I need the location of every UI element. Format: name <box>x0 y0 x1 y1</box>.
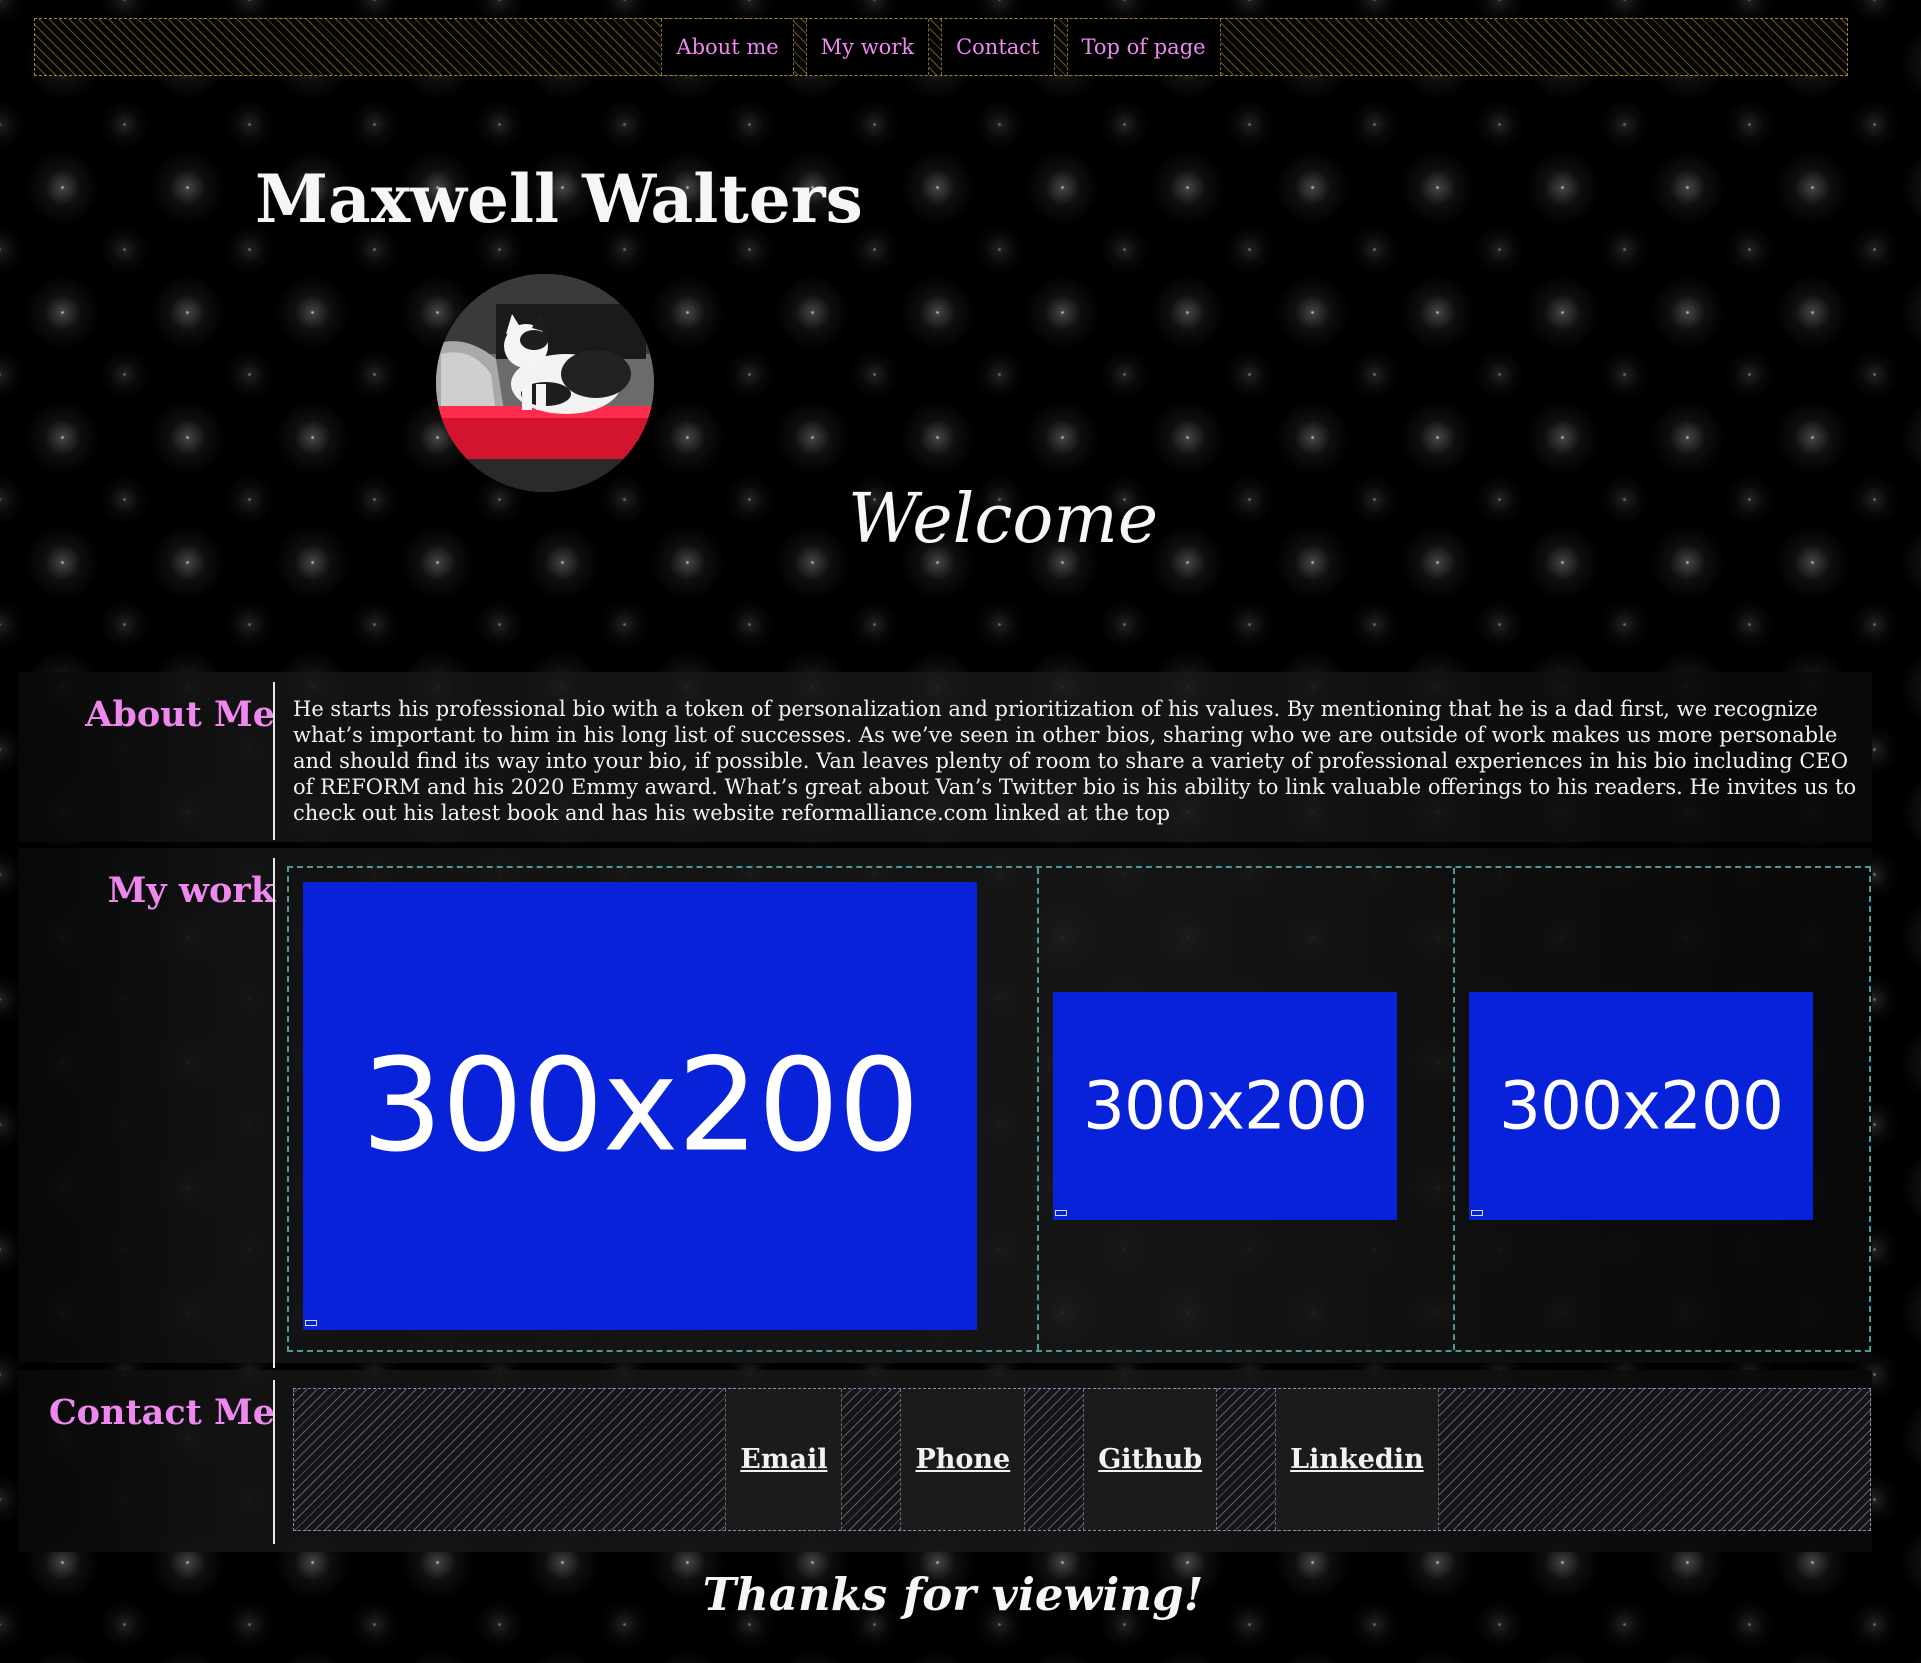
work-section: My work 300x200 300x200 300x200 <box>18 848 1872 1368</box>
broken-image-icon <box>1055 1210 1067 1216</box>
avatar <box>436 274 654 492</box>
top-navigation: About me My work Contact Top of page <box>34 18 1848 76</box>
image-placeholder-label: 300x200 <box>1498 1067 1784 1145</box>
github-link[interactable]: Github <box>1083 1389 1218 1530</box>
about-section: About Me He starts his professional bio … <box>18 672 1872 842</box>
profile-photo-cat <box>436 274 654 492</box>
linkedin-link[interactable]: Linkedin <box>1275 1389 1439 1530</box>
nav-link-my-work[interactable]: My work <box>805 19 930 75</box>
work-cell: 300x200 <box>1453 868 1869 1350</box>
nav-link-about-me[interactable]: About me <box>661 19 794 75</box>
section-divider <box>273 682 275 840</box>
welcome-heading: Welcome <box>848 480 1159 559</box>
work-gallery: 300x200 300x200 300x200 <box>287 866 1871 1352</box>
work-cell: 300x200 <box>289 868 1037 1350</box>
work-image-2[interactable]: 300x200 <box>1053 992 1397 1220</box>
section-divider <box>273 1380 275 1544</box>
footer-message: Thanks for viewing! <box>702 1568 1204 1621</box>
work-cell: 300x200 <box>1037 868 1453 1350</box>
work-heading: My work <box>107 870 275 911</box>
image-placeholder-label: 300x200 <box>361 1031 919 1181</box>
image-placeholder-label: 300x200 <box>1082 1067 1368 1145</box>
email-link[interactable]: Email <box>725 1389 843 1530</box>
work-image-3[interactable]: 300x200 <box>1469 992 1813 1220</box>
nav-link-contact[interactable]: Contact <box>941 19 1055 75</box>
section-divider <box>273 858 275 1368</box>
broken-image-icon <box>305 1320 317 1326</box>
nav-link-top-of-page[interactable]: Top of page <box>1066 19 1221 75</box>
about-text: He starts his professional bio with a to… <box>293 697 1857 825</box>
about-heading: About Me <box>85 694 275 735</box>
contact-section: Contact Me Email Phone Github Linkedin <box>18 1370 1872 1552</box>
contact-links: Email Phone Github Linkedin <box>293 1388 1871 1531</box>
contact-heading: Contact Me <box>48 1392 275 1433</box>
site-title: Maxwell Walters <box>255 160 863 238</box>
work-image-1[interactable]: 300x200 <box>303 882 977 1330</box>
phone-link[interactable]: Phone <box>900 1389 1026 1530</box>
broken-image-icon <box>1471 1210 1483 1216</box>
